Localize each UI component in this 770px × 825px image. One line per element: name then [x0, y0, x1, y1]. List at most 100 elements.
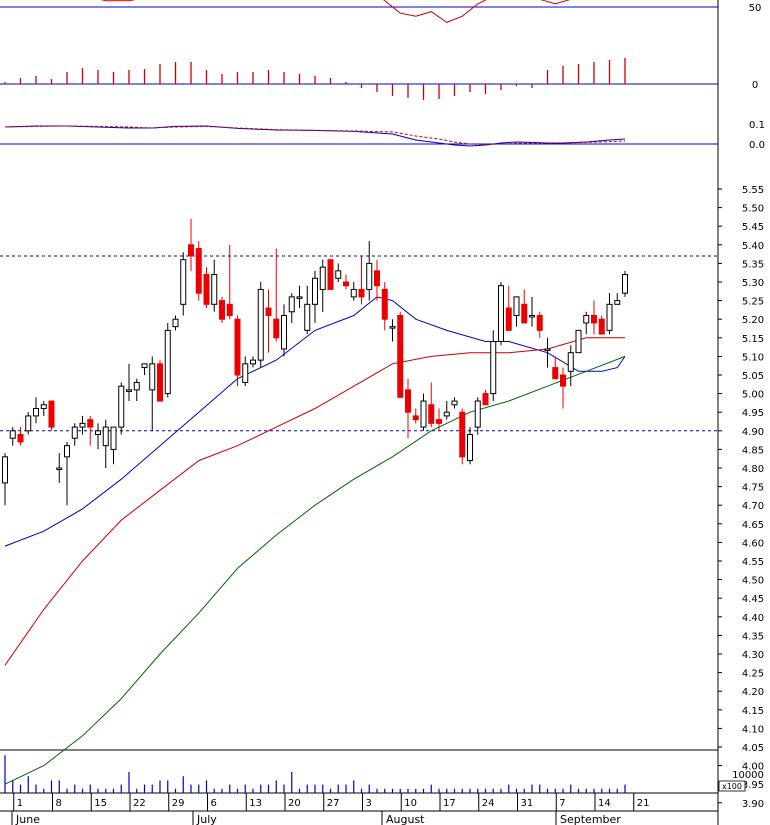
- date-tick-label: 1: [17, 798, 23, 809]
- price-tick-label: 5.10: [742, 352, 764, 363]
- price-tick-label: 4.90: [742, 427, 764, 438]
- candle-body: [583, 314, 590, 324]
- candle-body: [9, 430, 16, 439]
- candle-body: [95, 430, 101, 436]
- volume-unit-label: x100: [722, 782, 742, 791]
- candle: [195, 241, 202, 301]
- candle: [397, 311, 404, 398]
- candle-body: [614, 300, 621, 305]
- price-tick-label: 5.35: [742, 259, 764, 270]
- price-tick-label: 3.90: [742, 799, 764, 810]
- price-tick-label: 4.85: [742, 445, 764, 456]
- candle-body: [110, 426, 117, 450]
- price-tick-label: 5.45: [742, 222, 764, 233]
- candle: [327, 259, 334, 290]
- candle-body: [467, 434, 473, 462]
- candle-body: [536, 314, 543, 331]
- candle: [257, 282, 264, 368]
- candle-body: [513, 296, 520, 316]
- candle-body: [2, 456, 8, 484]
- candle-body: [544, 348, 551, 351]
- candle-body: [598, 318, 605, 335]
- candle-body: [296, 296, 303, 299]
- candle-body: [157, 363, 163, 402]
- month-label: August: [386, 813, 425, 825]
- price-tick-label: 5.50: [742, 204, 764, 215]
- date-tick-label: 6: [211, 798, 217, 809]
- price-tick-label: 4.30: [742, 650, 764, 661]
- candle: [459, 408, 466, 465]
- candle-body: [257, 288, 264, 361]
- date-tick-label: 3: [366, 798, 372, 809]
- candle-body: [79, 422, 86, 428]
- price-tick-label: 4.70: [742, 501, 764, 512]
- candle-body: [381, 288, 388, 320]
- candle-body: [312, 277, 318, 305]
- price-tick-label: 4.75: [742, 483, 764, 494]
- candle-body: [335, 270, 342, 279]
- candle-body: [397, 314, 404, 398]
- stock-chart: 50 0 0.1 0.0 5.55 5.50 5.45 5.40 5.35 5.30 5.25 5.2…: [0, 0, 770, 825]
- candle-body: [195, 248, 202, 294]
- candle: [219, 296, 225, 323]
- candle-body: [304, 303, 311, 331]
- candle-body: [552, 367, 559, 380]
- date-tick-label: 29: [172, 798, 185, 809]
- candle-body: [273, 318, 280, 339]
- price-tick-label: 5.15: [742, 334, 764, 345]
- candle-body: [436, 419, 442, 424]
- candle-body: [498, 285, 504, 343]
- candle-body: [25, 415, 32, 432]
- price-tick-label: 4.40: [742, 613, 764, 624]
- candle-body: [482, 393, 489, 406]
- candle-body: [412, 415, 419, 421]
- candle-body: [102, 426, 109, 447]
- volume-tick-label: 10000: [732, 770, 764, 781]
- rsi-tick-label: 50: [749, 3, 762, 14]
- macd-tick-label: 0.0: [749, 140, 765, 151]
- price-tick-label: 5.05: [742, 371, 764, 382]
- price-tick-label: 4.65: [742, 520, 764, 531]
- price-tick-label: 4.80: [742, 464, 764, 475]
- date-tick-label: 7: [559, 798, 565, 809]
- candle-body: [64, 445, 70, 458]
- price-tick-label: 4.15: [742, 706, 764, 717]
- candle-body: [219, 300, 225, 320]
- candle-body: [17, 434, 24, 443]
- date-tick-label: 27: [327, 798, 340, 809]
- price-tick-label: 4.95: [742, 408, 764, 419]
- candle-body: [203, 274, 210, 305]
- candle-body: [149, 363, 156, 391]
- candle-body: [366, 262, 373, 290]
- candle-body: [172, 318, 179, 328]
- candle-body: [234, 318, 241, 376]
- candle-body: [226, 303, 233, 316]
- candle: [575, 329, 582, 354]
- date-tick-label: 21: [637, 798, 650, 809]
- price-tick-label: 5.00: [742, 390, 764, 401]
- candle: [498, 282, 504, 346]
- price-tick-label: 5.40: [742, 241, 764, 252]
- candle-body: [405, 389, 411, 413]
- price-tick-label: 4.20: [742, 687, 764, 698]
- candle: [164, 322, 171, 398]
- date-tick-label: 13: [249, 798, 262, 809]
- candle-body: [56, 467, 63, 470]
- price-tick-label: 4.45: [742, 594, 764, 605]
- candle-body: [459, 411, 466, 458]
- candle-body: [265, 307, 272, 316]
- month-label: July: [196, 813, 217, 825]
- price-tick-label: 4.35: [742, 631, 764, 642]
- candle-body: [374, 270, 380, 287]
- candle-body: [141, 363, 148, 369]
- candle-body: [87, 419, 94, 428]
- candle-body: [443, 411, 450, 417]
- candle: [25, 412, 32, 435]
- candle-body: [250, 359, 256, 365]
- candle-body: [48, 400, 55, 428]
- price-tick-label: 5.55: [742, 185, 764, 196]
- date-tick-label: 22: [133, 798, 146, 809]
- candle-body: [560, 374, 566, 387]
- date-tick-label: 14: [598, 798, 611, 809]
- candle-body: [350, 288, 357, 298]
